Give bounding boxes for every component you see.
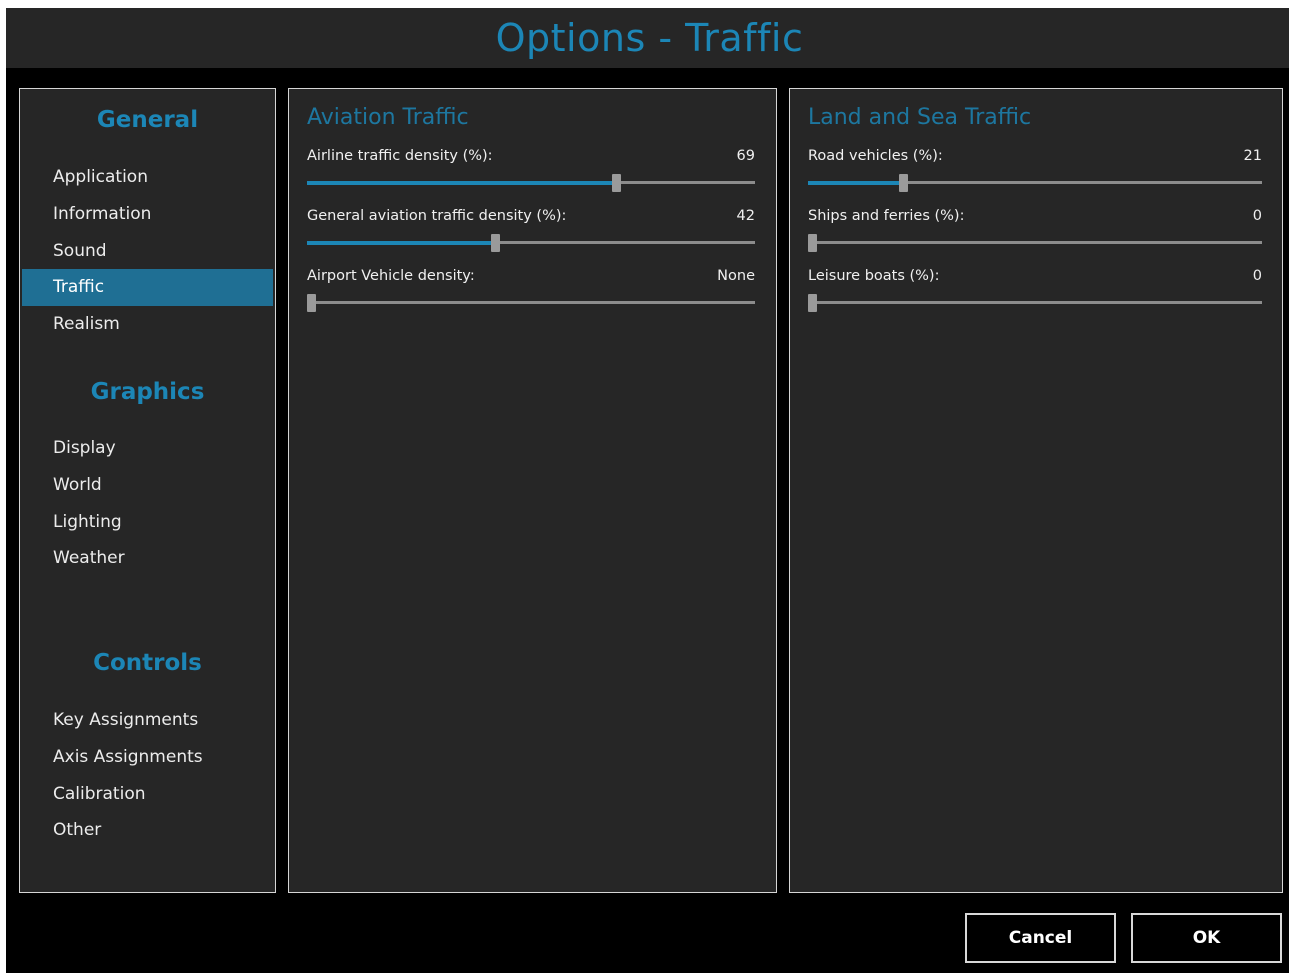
sidebar-item-information[interactable]: Information [22, 196, 273, 233]
leisure-boats-value: 0 [1252, 268, 1262, 284]
airline-traffic-setting: Airline traffic density (%): 69 [307, 148, 755, 194]
leisure-boats-label: Leisure boats (%): [808, 268, 940, 284]
road-vehicles-label: Road vehicles (%): [808, 148, 943, 164]
sidebar-item-axis-assignments[interactable]: Axis Assignments [22, 739, 273, 776]
sidebar-item-lighting[interactable]: Lighting [22, 504, 273, 541]
ships-ferries-setting: Ships and ferries (%): 0 [808, 208, 1262, 254]
slider-thumb[interactable] [808, 294, 817, 312]
airline-traffic-value: 69 [736, 148, 755, 164]
slider-thumb[interactable] [307, 294, 316, 312]
sidebar-item-sound[interactable]: Sound [22, 233, 273, 270]
slider-track [808, 241, 1262, 244]
nav-heading-controls: Controls [93, 650, 202, 676]
options-window: Options - Traffic General Application In… [6, 8, 1289, 973]
sidebar-item-application[interactable]: Application [22, 159, 273, 196]
slider-fill [307, 241, 496, 245]
sidebar-item-display[interactable]: Display [22, 430, 273, 467]
sidebar-item-weather[interactable]: Weather [22, 540, 273, 577]
airport-vehicle-label: Airport Vehicle density: [307, 268, 475, 284]
ships-ferries-slider[interactable] [808, 234, 1262, 252]
slider-fill [307, 181, 617, 185]
road-vehicles-setting: Road vehicles (%): 21 [808, 148, 1262, 194]
nav-heading-graphics: Graphics [90, 379, 205, 405]
cancel-button[interactable]: Cancel [965, 913, 1116, 963]
sidebar-item-realism[interactable]: Realism [22, 306, 273, 343]
airport-vehicle-slider[interactable] [307, 294, 755, 312]
ships-ferries-value: 0 [1252, 208, 1262, 224]
title-bar: Options - Traffic [6, 8, 1289, 68]
road-vehicles-slider[interactable] [808, 174, 1262, 192]
general-aviation-slider[interactable] [307, 234, 755, 252]
general-aviation-label: General aviation traffic density (%): [307, 208, 567, 224]
general-aviation-setting: General aviation traffic density (%): 42 [307, 208, 755, 254]
ships-ferries-label: Ships and ferries (%): [808, 208, 965, 224]
aviation-panel-title: Aviation Traffic [307, 105, 469, 130]
aviation-traffic-panel: Aviation Traffic Airline traffic density… [288, 88, 777, 893]
sidebar: General Application Information Sound Tr… [19, 88, 276, 893]
airline-traffic-label: Airline traffic density (%): [307, 148, 493, 164]
window-title: Options - Traffic [495, 16, 804, 60]
sidebar-item-traffic[interactable]: Traffic [22, 269, 273, 306]
nav-heading-general: General [96, 107, 199, 133]
slider-thumb[interactable] [899, 174, 909, 192]
slider-thumb[interactable] [612, 174, 622, 192]
road-vehicles-value: 21 [1243, 148, 1262, 164]
land-sea-panel-title: Land and Sea Traffic [808, 105, 1032, 130]
land-sea-traffic-panel: Land and Sea Traffic Road vehicles (%): … [789, 88, 1283, 893]
sidebar-item-world[interactable]: World [22, 467, 273, 504]
slider-track [808, 301, 1262, 304]
airport-vehicle-value: None [717, 268, 755, 284]
airport-vehicle-setting: Airport Vehicle density: None [307, 268, 755, 314]
sidebar-item-calibration[interactable]: Calibration [22, 776, 273, 813]
ok-button[interactable]: OK [1131, 913, 1282, 963]
slider-thumb[interactable] [808, 234, 817, 252]
general-aviation-value: 42 [736, 208, 755, 224]
leisure-boats-slider[interactable] [808, 294, 1262, 312]
sidebar-item-key-assignments[interactable]: Key Assignments [22, 702, 273, 739]
leisure-boats-setting: Leisure boats (%): 0 [808, 268, 1262, 314]
airline-traffic-slider[interactable] [307, 174, 755, 192]
sidebar-item-other[interactable]: Other [22, 812, 273, 849]
slider-fill [808, 181, 904, 185]
slider-track [307, 301, 755, 304]
slider-thumb[interactable] [491, 234, 501, 252]
